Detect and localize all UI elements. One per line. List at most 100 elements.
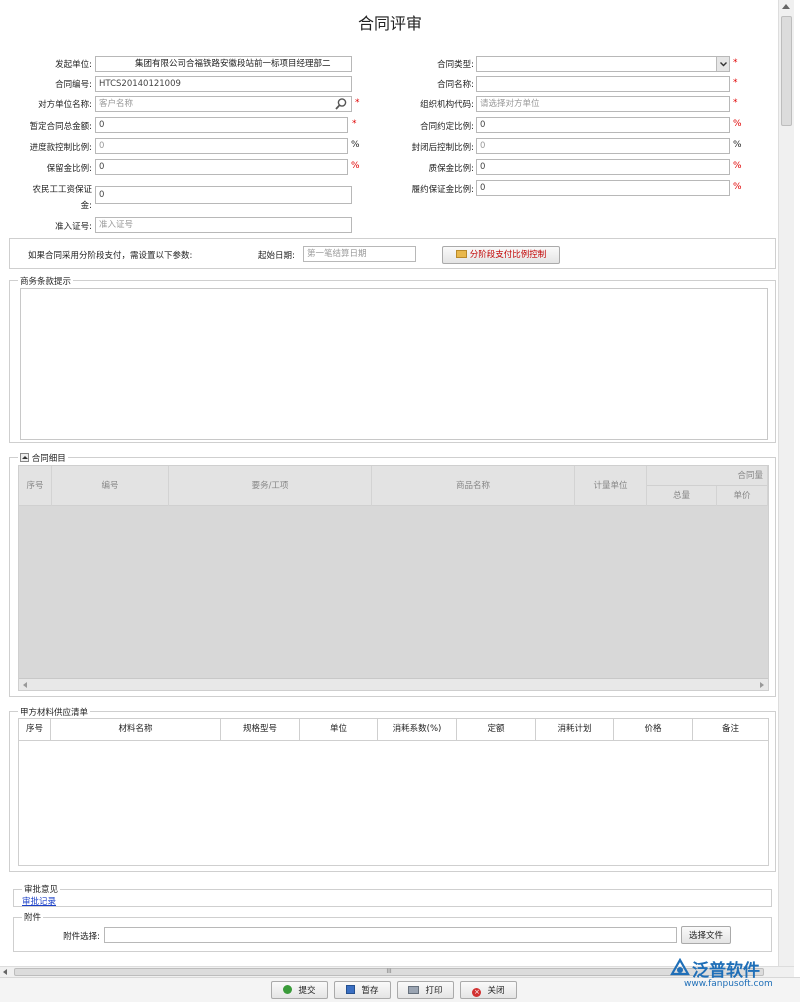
choose-file-button[interactable]: 选择文件 — [681, 926, 731, 944]
contract-type-label: 合同类型: — [437, 60, 474, 70]
column-header: 商品名称 — [372, 466, 575, 506]
contract-items-grid: 序号 编号 要务/工项 商品名称 计量单位 合同量 总量 单价 — [18, 465, 769, 691]
approval-record-link[interactable]: 审批记录 — [22, 895, 56, 907]
column-header: 序号 — [19, 466, 52, 506]
scroll-thumb[interactable] — [781, 16, 792, 126]
approval-legend: 审批意见 — [22, 883, 61, 895]
page-scrollbar[interactable] — [778, 0, 794, 966]
close-icon: × — [472, 988, 482, 997]
column-subheader: 单价 — [717, 486, 768, 506]
start-date-label: 起始日期: — [258, 251, 295, 261]
percent-unit: % — [733, 140, 742, 150]
attachment-label: 附件选择: — [63, 932, 100, 942]
column-header: 材料名称 — [51, 719, 221, 740]
chevron-down-icon[interactable] — [716, 57, 729, 71]
fanpu-logo: 泛普软件 www.fanpusoft.com — [670, 956, 800, 992]
contract-items-legend[interactable]: 合同细目 — [18, 452, 68, 464]
contract-no-field[interactable]: HTCS20140121009 — [95, 76, 352, 92]
search-icon[interactable] — [334, 97, 348, 111]
progress-ratio-input[interactable]: 0 — [95, 138, 348, 154]
percent-unit: % — [733, 161, 742, 171]
column-header: 要务/工项 — [169, 466, 372, 506]
contract-name-label: 合同名称: — [437, 80, 474, 90]
column-subheader: 总量 — [647, 486, 717, 506]
progress-ratio-label: 进度款控制比例: — [29, 143, 92, 153]
counterparty-label: 对方单位名称: — [38, 100, 92, 110]
access-no-input[interactable]: 准入证号 — [95, 217, 352, 233]
staged-ratio-button[interactable]: 分阶段支付比例控制 — [442, 246, 560, 264]
staged-payment-panel: 如果合同采用分阶段支付，需设置以下参数: 起始日期: 第一笔结算日期 分阶段支付… — [9, 238, 776, 269]
print-button[interactable]: 打印 — [397, 981, 454, 999]
column-header: 编号 — [52, 466, 169, 506]
org-code-input[interactable]: 请选择对方单位 — [476, 96, 730, 112]
attachment-path-input[interactable] — [104, 927, 677, 943]
contract-no-label: 合同编号: — [55, 80, 92, 90]
materials-legend: 甲方材料供应清单 — [18, 706, 91, 718]
page-title: 合同评审 — [357, 14, 422, 33]
logo-mark-icon — [670, 957, 690, 978]
folder-icon — [455, 250, 467, 258]
collapse-icon[interactable] — [20, 453, 29, 462]
contract-type-select[interactable] — [476, 56, 730, 72]
scroll-up-arrow[interactable] — [782, 4, 790, 9]
performance-ratio-label: 履约保证金比例: — [411, 185, 474, 195]
wage-deposit-label-line2: 金: — [80, 201, 92, 211]
required-mark: * — [733, 98, 738, 108]
retention-ratio-input[interactable]: 0 — [95, 159, 348, 175]
performance-ratio-input[interactable]: 0 — [476, 180, 730, 196]
approval-fieldset — [13, 889, 772, 907]
printer-icon — [408, 986, 420, 994]
total-amount-input[interactable]: 0 — [95, 117, 348, 133]
logo-text: 泛普软件 — [692, 961, 760, 981]
wage-deposit-label-line1: 农民工工资保证 — [32, 185, 92, 195]
column-header: 序号 — [19, 719, 51, 740]
check-icon — [283, 985, 293, 994]
scroll-left-arrow[interactable] — [23, 682, 27, 688]
warranty-ratio-label: 质保金比例: — [428, 164, 474, 174]
required-mark: * — [352, 119, 357, 129]
counterparty-input[interactable]: 客户名称 — [95, 96, 352, 112]
post-close-ratio-input[interactable]: 0 — [476, 138, 730, 154]
save-icon — [346, 985, 356, 994]
save-draft-button[interactable]: 暂存 — [334, 981, 391, 999]
agreed-ratio-input[interactable]: 0 — [476, 117, 730, 133]
column-header: 价格 — [614, 719, 693, 740]
total-amount-label: 暂定合同总金额: — [29, 122, 92, 132]
org-code-label: 组织机构代码: — [420, 100, 474, 110]
required-mark: * — [733, 78, 738, 88]
grid-h-scrollbar[interactable] — [19, 678, 768, 690]
column-header: 计量单位 — [575, 466, 647, 506]
business-terms-textarea[interactable] — [20, 288, 768, 440]
column-header: 备注 — [721, 724, 739, 734]
column-header: 合同量 — [647, 466, 768, 486]
scroll-left-arrow[interactable] — [3, 969, 7, 975]
business-terms-legend: 商务条款提示 — [18, 275, 74, 287]
close-button[interactable]: × 关闭 — [460, 981, 517, 999]
attachment-legend: 附件 — [22, 911, 44, 923]
materials-grid: 序号 材料名称 规格型号 单位 消耗系数(%) 定额 消耗计划 价格 备注 — [18, 718, 769, 866]
percent-unit: % — [351, 140, 360, 150]
start-date-input[interactable]: 第一笔结算日期 — [303, 246, 416, 262]
initiator-field[interactable]: 集团有限公司合福铁路安徽段站前一标项目经理部二 — [95, 56, 352, 72]
initiator-label: 发起单位: — [55, 60, 92, 70]
retention-ratio-label: 保留金比例: — [46, 164, 92, 174]
wage-deposit-input[interactable]: 0 — [95, 186, 352, 204]
percent-unit: % — [733, 182, 742, 192]
required-mark: * — [355, 98, 360, 108]
contract-name-input[interactable] — [476, 76, 730, 92]
column-header: 单位 — [300, 719, 378, 740]
submit-button[interactable]: 提交 — [271, 981, 328, 999]
column-header: 消耗计划 — [536, 719, 614, 740]
warranty-ratio-input[interactable]: 0 — [476, 159, 730, 175]
column-header: 定额 — [457, 719, 536, 740]
agreed-ratio-label: 合同约定比例: — [420, 122, 474, 132]
scroll-thumb[interactable]: III — [14, 968, 764, 976]
logo-url: www.fanpusoft.com — [684, 979, 773, 989]
staged-payment-note: 如果合同采用分阶段支付，需设置以下参数: — [28, 251, 193, 261]
required-mark: * — [733, 58, 738, 68]
percent-unit: % — [351, 161, 360, 171]
access-no-label: 准入证号: — [55, 222, 92, 232]
column-header: 消耗系数(%) — [378, 719, 457, 740]
percent-unit: % — [733, 119, 742, 129]
scroll-right-arrow[interactable] — [760, 682, 764, 688]
